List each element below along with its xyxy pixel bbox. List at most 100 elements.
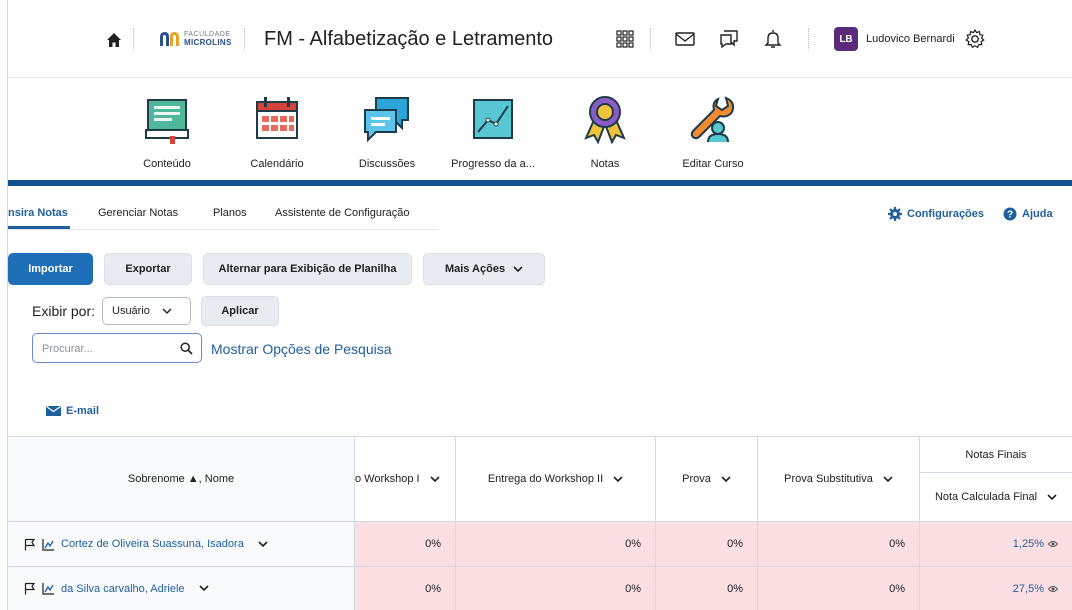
final-grade-value: 27,5% — [1012, 582, 1044, 595]
active-tab-indicator — [8, 226, 70, 229]
eye-icon[interactable] — [1048, 540, 1058, 548]
settings-link[interactable]: Configurações — [888, 207, 984, 221]
progress-chart-icon[interactable] — [42, 538, 55, 551]
tab-gerenciar-notas[interactable]: Gerenciar Notas — [98, 207, 178, 219]
view-by-select[interactable]: Usuário — [102, 297, 191, 325]
chevron-down-icon[interactable] — [198, 585, 209, 592]
nav-item-notas[interactable]: Notas — [560, 92, 650, 170]
award-ribbon-icon — [584, 96, 626, 145]
search-icon[interactable] — [180, 342, 193, 355]
discussion-icon — [364, 97, 409, 143]
chevron-down-icon[interactable] — [883, 475, 893, 483]
window-left-edge — [0, 0, 8, 610]
show-search-options-link[interactable]: Mostrar Opções de Pesquisa — [211, 341, 392, 357]
gear-icon — [888, 207, 902, 221]
nav-item-editar-curso[interactable]: Editar Curso — [668, 92, 758, 170]
column-header-prova[interactable]: Prova — [656, 437, 758, 522]
more-actions-label: Mais Ações — [444, 263, 506, 275]
calendar-icon — [256, 97, 298, 139]
eye-icon[interactable] — [1048, 585, 1058, 593]
user-name[interactable]: Ludovico Bernardi — [866, 33, 955, 45]
gear-icon[interactable] — [964, 28, 986, 50]
header-separator — [650, 28, 651, 50]
column-header-label: Nota Calculada Final — [934, 491, 1038, 503]
nav-item-label: Progresso da a... — [451, 158, 535, 170]
course-title[interactable]: FM - Alfabetização e Letramento — [264, 28, 553, 51]
progress-chart-icon[interactable] — [42, 582, 55, 595]
mail-icon[interactable] — [674, 28, 696, 50]
table-row: da Silva carvalho, Adriele — [8, 567, 355, 610]
tab-planos[interactable]: Planos — [213, 207, 247, 219]
export-button[interactable]: Exportar — [104, 253, 192, 285]
top-header: FACULDADE MICROLINS FM - Alfabetização e… — [8, 0, 1072, 78]
column-header-label: Prova Substitutiva — [784, 473, 873, 485]
wrench-icon — [690, 96, 735, 143]
column-header-label: Prova — [682, 473, 711, 485]
chevron-down-icon[interactable] — [613, 475, 623, 483]
more-actions-button[interactable]: Mais Ações — [423, 253, 545, 285]
tab-assistente-configuracao[interactable]: Assistente de Configuração — [275, 207, 410, 219]
logo-bottom-text: MICROLINS — [184, 38, 232, 47]
email-link[interactable]: E-mail — [46, 405, 99, 417]
grade-cell[interactable]: 0% — [758, 522, 920, 567]
header-separator — [133, 28, 134, 50]
search-input[interactable] — [42, 340, 172, 358]
import-button[interactable]: Importar — [8, 253, 93, 285]
brand-logo[interactable]: FACULDADE MICROLINS — [158, 28, 232, 50]
nav-item-label: Notas — [590, 158, 620, 170]
email-link-label: E-mail — [66, 405, 100, 417]
search-box — [32, 333, 202, 363]
grade-cell[interactable]: 0% — [456, 522, 656, 567]
chevron-down-icon[interactable] — [258, 540, 268, 548]
column-group-label: Notas Finais — [965, 448, 1027, 461]
grade-cell[interactable]: 0% — [656, 522, 758, 567]
chat-icon[interactable] — [718, 28, 740, 50]
book-icon — [145, 99, 189, 144]
nav-item-conteudo[interactable]: Conteúdo — [122, 92, 212, 170]
grade-cell[interactable]: 0% — [355, 567, 456, 610]
student-name-link[interactable]: Cortez de Oliveira Suassuna, Isadora — [61, 538, 244, 550]
column-header-final-grade[interactable]: Nota Calculada Final — [920, 473, 1072, 522]
svg-text:?: ? — [1007, 210, 1013, 221]
nav-item-progresso[interactable]: Progresso da a... — [448, 92, 538, 170]
help-link[interactable]: ? Ajuda — [1003, 207, 1053, 221]
column-header-name-label: Sobrenome ▲, Nome — [127, 473, 235, 485]
flag-icon[interactable] — [24, 582, 36, 595]
flag-icon[interactable] — [24, 538, 36, 551]
column-header-workshop-2[interactable]: Entrega do Workshop II — [456, 437, 656, 522]
bell-icon[interactable] — [762, 28, 784, 50]
nav-item-label: Calendário — [250, 158, 304, 170]
nav-item-discussoes[interactable]: Discussões — [342, 92, 432, 170]
column-header-prova-substitutiva[interactable]: Prova Substitutiva — [758, 437, 920, 522]
column-header-label: o Workshop I — [355, 473, 420, 485]
settings-link-label: Configurações — [907, 208, 985, 220]
table-row: Cortez de Oliveira Suassuna, Isadora — [8, 522, 355, 567]
user-avatar[interactable]: LB — [834, 27, 858, 51]
student-name-link[interactable]: da Silva carvalho, Adriele — [61, 583, 185, 595]
grade-cell[interactable]: 0% — [758, 567, 920, 610]
chevron-down-icon[interactable] — [430, 475, 440, 483]
tab-insira-notas[interactable]: nsira Notas — [8, 207, 68, 219]
grade-cell[interactable]: 0% — [456, 567, 656, 610]
nav-item-label: Discussões — [358, 158, 416, 170]
chevron-down-icon[interactable] — [1047, 493, 1057, 501]
grade-cell[interactable]: 0% — [355, 522, 456, 567]
apply-button[interactable]: Aplicar — [201, 296, 279, 326]
nav-item-label: Editar Curso — [682, 158, 744, 170]
column-header-workshop-1[interactable]: o Workshop I — [355, 437, 456, 522]
view-by-label: Exibir por: — [32, 303, 96, 319]
final-grade-cell[interactable]: 1,25% — [920, 522, 1072, 567]
column-group-header-final: Notas Finais — [920, 437, 1072, 473]
nav-item-label: Conteúdo — [143, 158, 191, 170]
microlins-logo-icon — [160, 32, 179, 46]
help-link-label: Ajuda — [1022, 208, 1053, 220]
grade-cell[interactable]: 0% — [656, 567, 758, 610]
home-icon[interactable] — [106, 32, 122, 48]
column-header-name[interactable]: Sobrenome ▲, Nome — [8, 437, 355, 522]
app-grid-icon[interactable] — [614, 28, 636, 50]
help-icon: ? — [1003, 207, 1017, 221]
final-grade-cell[interactable]: 27,5% — [920, 567, 1072, 610]
toggle-spreadsheet-view-button[interactable]: Alternar para Exibição de Planilha — [203, 253, 412, 285]
chevron-down-icon[interactable] — [721, 475, 731, 483]
nav-item-calendario[interactable]: Calendário — [232, 92, 322, 170]
